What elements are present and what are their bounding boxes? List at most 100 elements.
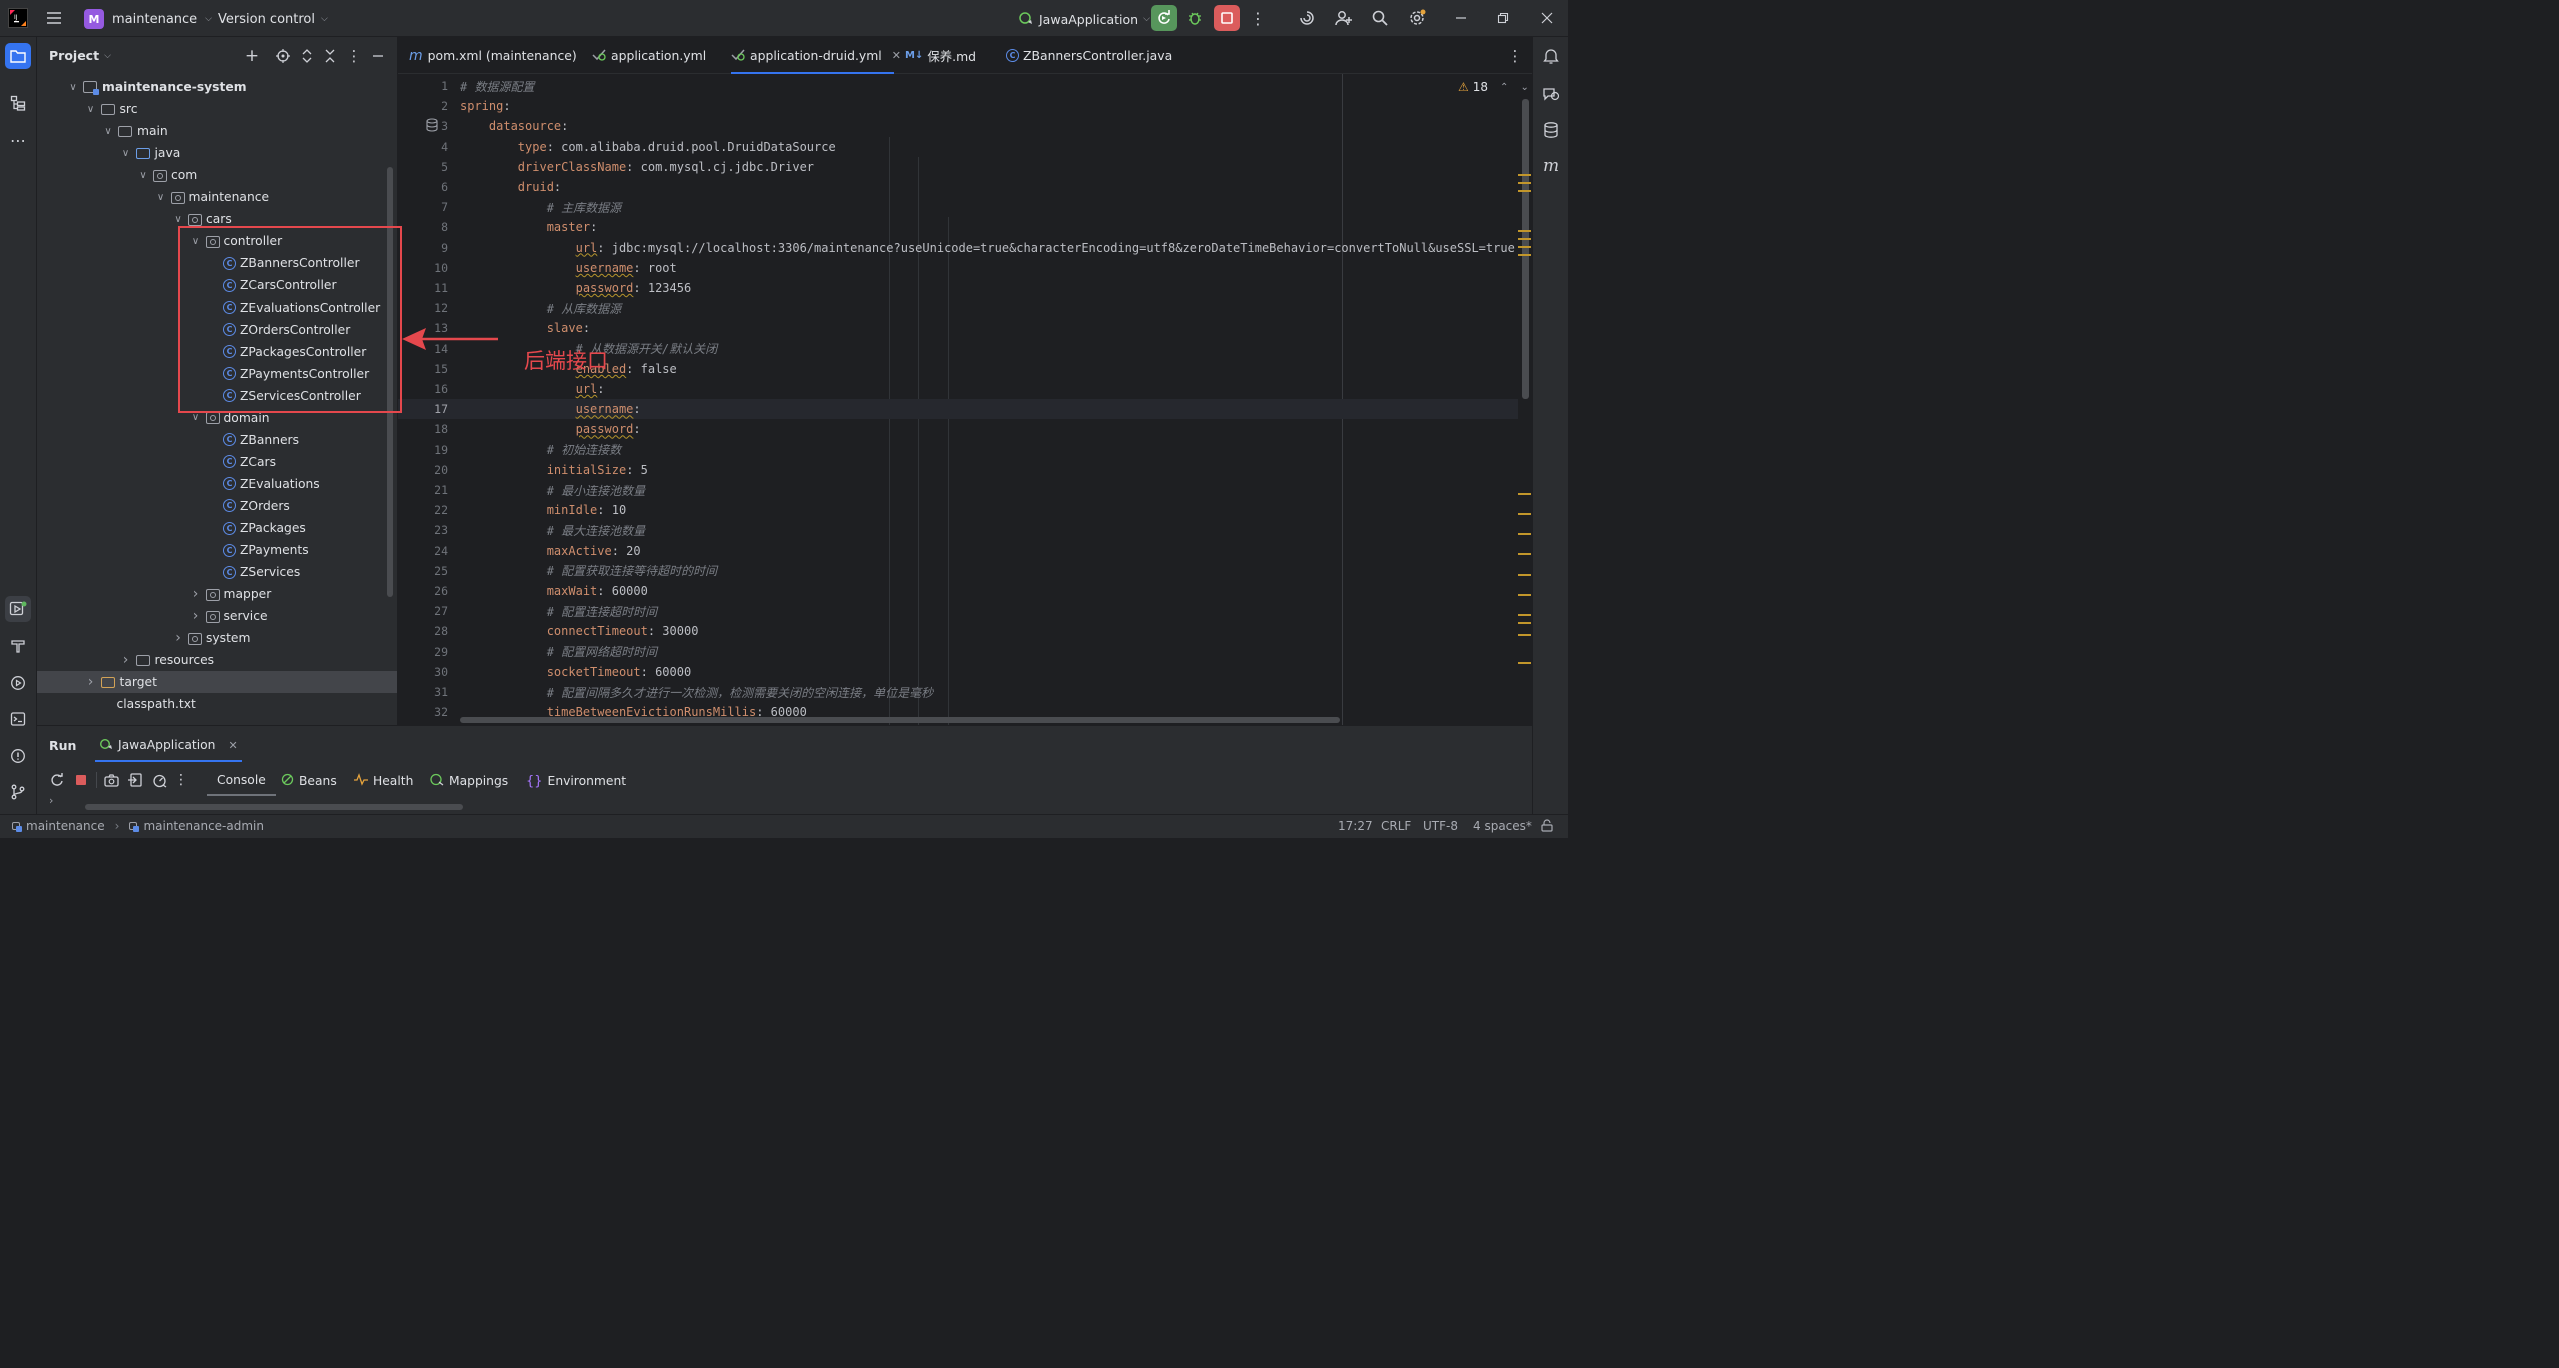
- maven-tool-icon[interactable]: m: [1540, 155, 1562, 177]
- warning-marker[interactable]: [1518, 254, 1531, 256]
- terminal-tool-icon[interactable]: [7, 708, 29, 730]
- structure-tool-icon[interactable]: [7, 92, 29, 114]
- line-separator[interactable]: CRLF: [1381, 819, 1411, 833]
- code-line[interactable]: 25 # 配置获取连接等待超时的时间: [398, 561, 1518, 581]
- chevron-right-icon[interactable]: ›: [172, 630, 184, 646]
- breadcrumb-item[interactable]: maintenance-admin: [143, 819, 264, 833]
- tree-item[interactable]: ∨ com: [37, 164, 397, 186]
- tree-item[interactable]: › service: [37, 605, 397, 627]
- minimize-window-icon[interactable]: [1450, 7, 1472, 29]
- indent-setting[interactable]: 4 spaces*: [1473, 819, 1532, 833]
- chevron-down-icon[interactable]: ⌄: [1520, 82, 1528, 93]
- project-view-selector[interactable]: Project ⌵: [49, 48, 111, 63]
- tree-item[interactable]: C ZBanners: [37, 429, 397, 451]
- locate-icon[interactable]: [273, 46, 293, 66]
- tree-item[interactable]: ∨ main: [37, 120, 397, 142]
- tree-item[interactable]: C ZPackages: [37, 517, 397, 539]
- tab-actions-icon[interactable]: ⋮: [1506, 46, 1524, 66]
- warning-marker[interactable]: [1518, 634, 1531, 636]
- camera-icon[interactable]: [101, 770, 121, 790]
- chevron-down-icon[interactable]: ∨: [190, 412, 202, 423]
- tree-item[interactable]: ∨ java: [37, 142, 397, 164]
- code-line[interactable]: 27 # 配置连接超时时间: [398, 601, 1518, 621]
- tree-item[interactable]: ∨ maintenance: [37, 186, 397, 208]
- datasource-gutter-icon[interactable]: [426, 118, 438, 135]
- editor-hscrollbar[interactable]: [460, 717, 1340, 723]
- collapse-all-icon[interactable]: [320, 46, 340, 66]
- tab-baoyang-md[interactable]: M↓ 保养.md: [905, 37, 976, 74]
- console-hscrollbar[interactable]: [85, 804, 463, 810]
- caret-position[interactable]: 17:27: [1338, 819, 1373, 833]
- restore-window-icon[interactable]: [1492, 7, 1514, 29]
- stop-icon[interactable]: [71, 770, 91, 790]
- code-line[interactable]: 20 initialSize: 5: [398, 460, 1518, 480]
- subtab-console[interactable]: Console: [207, 766, 276, 796]
- warning-marker[interactable]: [1518, 230, 1531, 232]
- settings-gear-icon[interactable]: [1406, 7, 1428, 29]
- profiler-icon[interactable]: [149, 770, 169, 790]
- run-tool-icon[interactable]: [5, 596, 31, 622]
- hide-panel-icon[interactable]: [368, 46, 388, 66]
- code-line[interactable]: 18 password:: [398, 419, 1518, 439]
- chevron-down-icon[interactable]: ∨: [120, 148, 132, 159]
- tab-application-yml[interactable]: application.yml: [592, 37, 706, 74]
- chevron-right-icon[interactable]: ›: [190, 608, 202, 624]
- code-line[interactable]: 2 spring:: [398, 96, 1518, 116]
- chevron-down-icon[interactable]: ∨: [155, 192, 167, 203]
- tree-item[interactable]: › target: [37, 671, 397, 694]
- code-line[interactable]: 30 socketTimeout: 60000: [398, 662, 1518, 682]
- problems-tool-icon[interactable]: [7, 745, 29, 767]
- tab-pom-xml[interactable]: m pom.xml (maintenance): [409, 37, 577, 74]
- rerun-icon[interactable]: [1151, 5, 1177, 31]
- services-tool-icon[interactable]: [7, 672, 29, 694]
- code-line[interactable]: 8 master:: [398, 217, 1518, 237]
- close-window-icon[interactable]: [1536, 7, 1558, 29]
- tree-item[interactable]: C ZOrders: [37, 495, 397, 517]
- warning-marker[interactable]: [1518, 533, 1531, 535]
- lock-icon[interactable]: [1541, 819, 1553, 835]
- ai-chat-icon[interactable]: [1540, 83, 1562, 105]
- code-line[interactable]: 23 # 最大连接池数量: [398, 520, 1518, 540]
- tree-item[interactable]: classpath.txt: [37, 693, 397, 715]
- code-line[interactable]: 16 url:: [398, 379, 1518, 399]
- code-line[interactable]: 26 maxWait: 60000: [398, 581, 1518, 601]
- code-line[interactable]: 6 druid:: [398, 177, 1518, 197]
- close-tab-icon[interactable]: ✕: [892, 49, 901, 62]
- ai-assistant-icon[interactable]: [1296, 7, 1318, 29]
- tree-item[interactable]: › system: [37, 627, 397, 649]
- code-line[interactable]: 13 slave:: [398, 318, 1518, 338]
- warning-marker[interactable]: [1518, 182, 1531, 184]
- import-icon[interactable]: [125, 770, 145, 790]
- chevron-down-icon[interactable]: ∨: [67, 82, 79, 93]
- chevron-right-icon[interactable]: ›: [85, 674, 97, 690]
- tree-item[interactable]: C ZEvaluations: [37, 473, 397, 495]
- tree-item[interactable]: C ZPayments: [37, 539, 397, 561]
- tree-item[interactable]: C ZServices: [37, 561, 397, 583]
- warning-marker[interactable]: [1518, 513, 1531, 515]
- debug-icon[interactable]: [1184, 7, 1206, 29]
- code-line[interactable]: 9 url: jdbc:mysql://localhost:3306/maint…: [398, 238, 1518, 258]
- stop-icon[interactable]: [1214, 5, 1240, 31]
- add-icon[interactable]: +: [242, 46, 262, 66]
- breadcrumb-item[interactable]: maintenance: [26, 819, 105, 833]
- tree-item[interactable]: ∨ src: [37, 98, 397, 120]
- database-icon[interactable]: [1540, 119, 1562, 141]
- code-line[interactable]: 12 # 从库数据源: [398, 298, 1518, 318]
- git-tool-icon[interactable]: [7, 781, 29, 803]
- expand-all-icon[interactable]: [297, 46, 317, 66]
- code-line[interactable]: 29 # 配置网络超时时间: [398, 642, 1518, 662]
- code-line[interactable]: 24 maxActive: 20: [398, 541, 1518, 561]
- more-tools-icon[interactable]: ⋯: [7, 129, 29, 151]
- options-icon[interactable]: ⋮: [344, 46, 364, 66]
- code-area[interactable]: 1 # 数据源配置 2 spring: 3 datasource: 4 type: com…: [398, 76, 1518, 722]
- search-icon[interactable]: [1369, 7, 1391, 29]
- code-line[interactable]: 19 # 初始连接数: [398, 440, 1518, 460]
- code-line[interactable]: 4 type: com.alibaba.druid.pool.DruidData…: [398, 137, 1518, 157]
- subtab-health[interactable]: Health: [354, 766, 413, 796]
- tab-application-druid-yml[interactable]: application-druid.yml ✕: [731, 37, 901, 74]
- close-tab-icon[interactable]: ✕: [228, 739, 237, 752]
- chevron-down-icon[interactable]: ∨: [85, 104, 97, 115]
- build-tool-icon[interactable]: [7, 635, 29, 657]
- code-line[interactable]: 7 # 主库数据源: [398, 197, 1518, 217]
- code-line[interactable]: 1 # 数据源配置: [398, 76, 1518, 96]
